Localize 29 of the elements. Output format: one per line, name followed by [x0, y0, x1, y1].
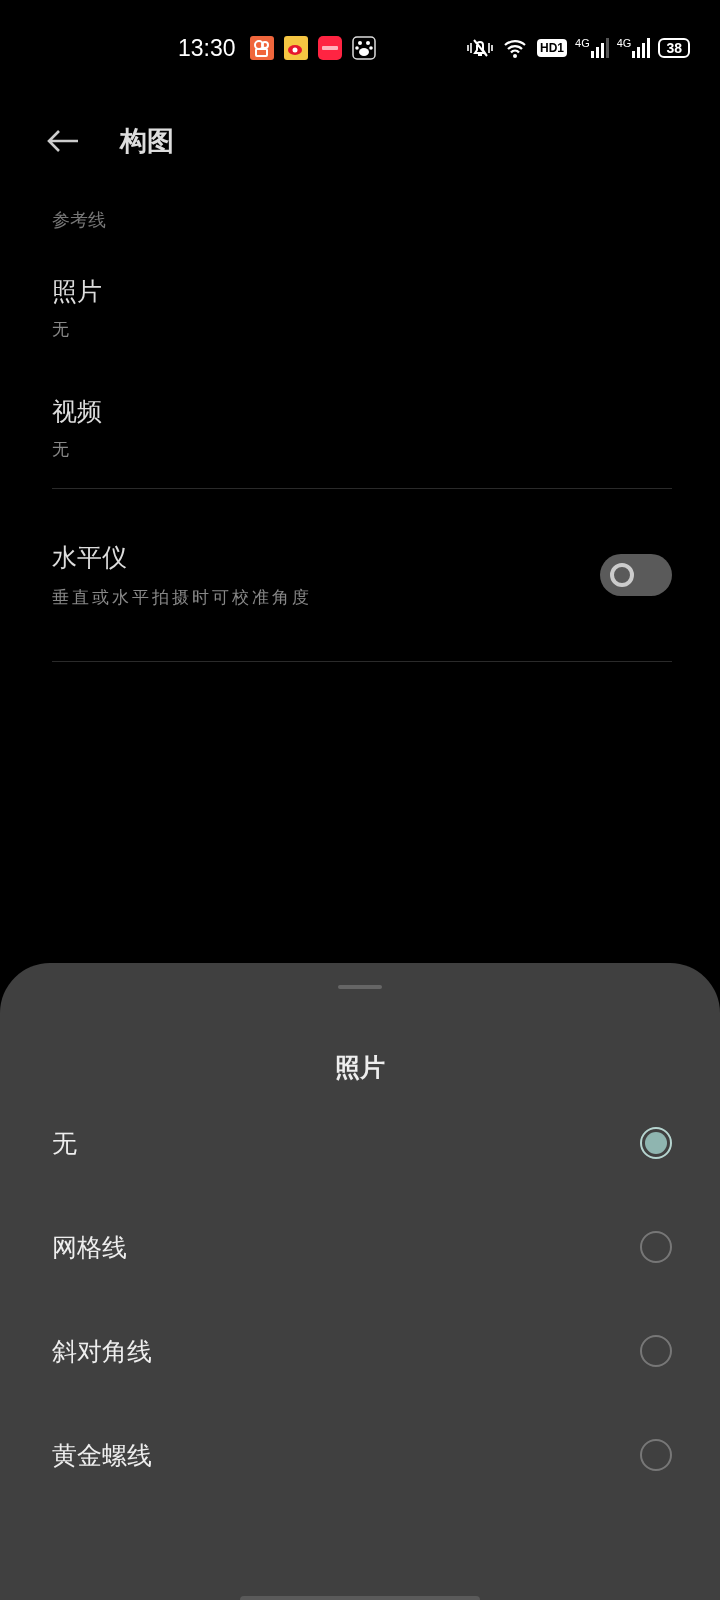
hd-badge: HD1 [537, 39, 568, 57]
section-label: 参考线 [51, 208, 107, 232]
option-label: 斜对角线 [52, 1335, 153, 1368]
radio-button[interactable] [640, 1231, 672, 1263]
sheet-title: 照片 [335, 1052, 385, 1084]
paw-icon [351, 36, 376, 60]
settings-item[interactable]: 视频 无 [0, 368, 720, 488]
app-icon [317, 36, 342, 60]
option-label: 网格线 [52, 1231, 128, 1264]
signal-icon [590, 37, 609, 59]
app-icon [283, 36, 308, 60]
page-title: 构图 [120, 124, 174, 158]
mute-bell-icon [465, 37, 496, 59]
toggle-switch[interactable] [600, 554, 672, 596]
network-label: 4G [616, 37, 632, 49]
status-time: 13:30 [178, 34, 236, 62]
battery-indicator: 38 [658, 38, 690, 58]
radio-button[interactable] [640, 1439, 672, 1471]
back-icon[interactable] [46, 129, 80, 153]
setting-title: 水平仪 [52, 542, 128, 574]
signal-icon [632, 37, 651, 59]
settings-item[interactable]: 照片 无 [0, 248, 720, 368]
network-label: 4G [575, 37, 590, 49]
app-icon [249, 36, 274, 60]
radio-button[interactable] [640, 1335, 672, 1367]
drag-handle[interactable] [338, 985, 382, 989]
option-label: 无 [52, 1127, 78, 1160]
option-label: 黄金螺线 [52, 1439, 153, 1472]
setting-description: 垂直或水平拍摄时可校准角度 [52, 586, 313, 609]
